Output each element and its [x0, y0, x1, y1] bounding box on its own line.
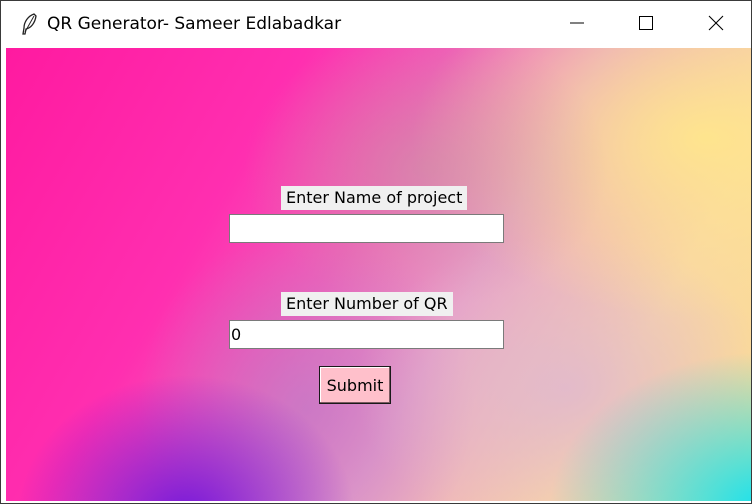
- maximize-icon: [638, 15, 654, 35]
- gradient-background: Enter Name of project Enter Number of QR…: [6, 48, 751, 501]
- app-window: QR Generator- Sameer Edlabadkar Enter Na…: [0, 0, 752, 504]
- project-name-input[interactable]: [229, 214, 504, 243]
- feather-icon: [19, 13, 39, 35]
- close-button[interactable]: [693, 1, 739, 48]
- close-icon: [708, 15, 724, 35]
- submit-button[interactable]: Submit: [319, 366, 391, 404]
- qr-count-label: Enter Number of QR: [281, 292, 453, 316]
- window-title: QR Generator- Sameer Edlabadkar: [47, 14, 342, 34]
- project-name-label: Enter Name of project: [281, 186, 468, 210]
- minimize-icon: [569, 15, 585, 35]
- maximize-button[interactable]: [623, 1, 669, 48]
- title-bar[interactable]: QR Generator- Sameer Edlabadkar: [1, 1, 751, 48]
- qr-count-input[interactable]: [229, 320, 504, 349]
- minimize-button[interactable]: [554, 1, 600, 48]
